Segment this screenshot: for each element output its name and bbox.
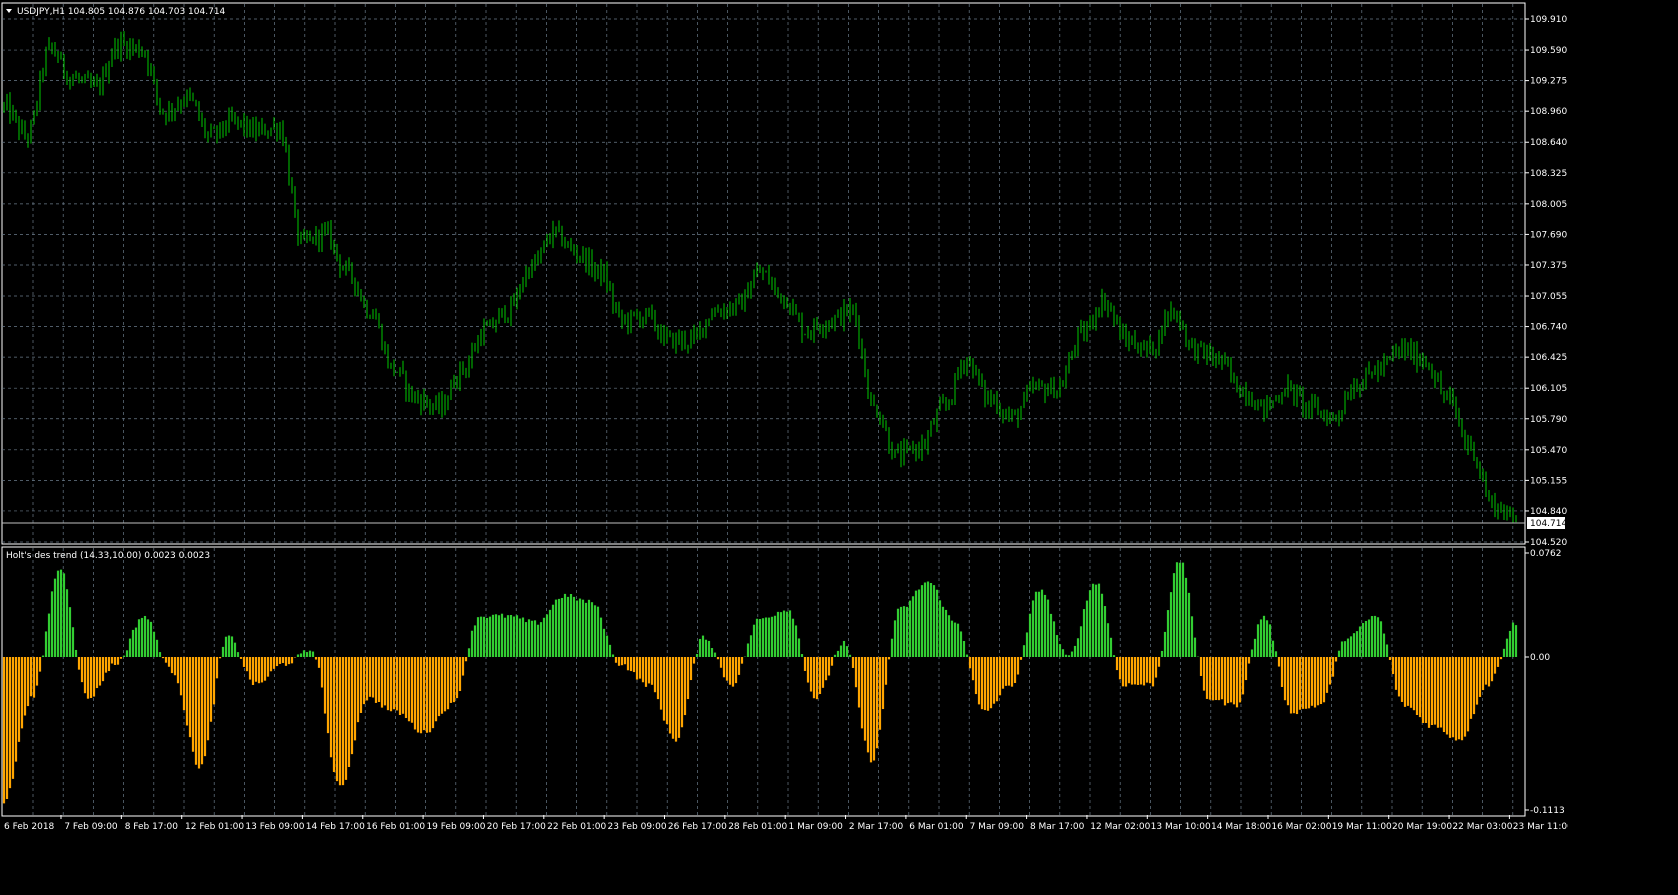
price-axis-label: 109.275	[1530, 77, 1567, 87]
time-axis-label: 13 Mar 10:00	[1151, 822, 1211, 832]
time-axis-label: 23 Mar 11:00	[1513, 822, 1568, 832]
time-axis-label: 23 Feb 09:00	[608, 822, 667, 832]
time-axis-label: 26 Feb 17:00	[668, 822, 727, 832]
time-axis-label: 19 Mar 11:00	[1332, 822, 1392, 832]
price-axis: 109.910 109.590 109.275 108.960 108.640 108.3…	[1525, 15, 1567, 548]
time-axis-label: 16 Feb 01:00	[366, 822, 425, 832]
time-axis-label: 28 Feb 01:00	[728, 822, 787, 832]
time-axis-label: 8 Feb 17:00	[125, 822, 179, 832]
time-axis-label: 16 Mar 02:00	[1271, 822, 1331, 832]
chart-canvas[interactable]: USDJPY,H1 104.805 104.876 104.703 104.71…	[0, 0, 1568, 836]
price-axis-label: 108.960	[1530, 107, 1567, 117]
time-axis-label: 14 Feb 17:00	[306, 822, 365, 832]
price-axis-label: 107.375	[1530, 261, 1567, 271]
price-axis-label: 108.640	[1530, 138, 1567, 148]
time-axis-label: 22 Mar 03:00	[1452, 822, 1512, 832]
mt4-chart-window[interactable]: USDJPY,H1 104.805 104.876 104.703 104.71…	[0, 0, 1568, 836]
price-axis-label: 105.155	[1530, 476, 1567, 486]
price-axis-label: 109.910	[1530, 15, 1567, 25]
time-axis-label: 8 Mar 17:00	[1030, 822, 1085, 832]
indicator-axis: 0.0762 0.00 -0.1113	[1525, 549, 1565, 816]
indicator-axis-label: -0.1113	[1530, 806, 1565, 816]
price-axis-label: 107.690	[1530, 230, 1567, 240]
time-axis-label: 12 Feb 01:00	[185, 822, 244, 832]
time-axis-label: 19 Feb 09:00	[426, 822, 485, 832]
time-axis-label: 13 Feb 09:00	[245, 822, 304, 832]
time-axis-label: 22 Feb 01:00	[547, 822, 606, 832]
time-axis-label: 6 Feb 2018	[4, 822, 55, 832]
current-price-label: 104.714	[1530, 519, 1567, 529]
price-axis-label: 108.005	[1530, 200, 1567, 210]
time-axis-label: 20 Mar 19:00	[1392, 822, 1452, 832]
price-series	[3, 31, 1517, 524]
price-axis-label: 105.790	[1530, 415, 1567, 425]
time-axis: 6 Feb 2018 7 Feb 09:00 8 Feb 17:00 12 Feb 0…	[4, 815, 1568, 832]
price-axis-label: 106.425	[1530, 353, 1567, 363]
price-axis-label: 106.105	[1530, 384, 1567, 394]
indicator-title: Holt's des trend (14.33,10.00) 0.0023 0.…	[6, 551, 210, 561]
symbol-header: USDJPY,H1 104.805 104.876 104.703 104.71…	[17, 7, 226, 17]
time-axis-label: 7 Mar 09:00	[970, 822, 1025, 832]
indicator-axis-label: 0.0762	[1530, 549, 1562, 559]
time-axis-label: 2 Mar 17:00	[849, 822, 904, 832]
price-axis-label: 109.590	[1530, 46, 1567, 56]
price-axis-label: 106.740	[1530, 323, 1567, 333]
time-axis-label: 14 Mar 18:00	[1211, 822, 1271, 832]
time-axis-label: 12 Mar 02:00	[1090, 822, 1150, 832]
indicator-histogram	[2, 562, 1518, 804]
price-axis-label: 104.520	[1530, 538, 1567, 548]
price-axis-label: 107.055	[1530, 292, 1567, 302]
time-axis-label: 20 Feb 17:00	[487, 822, 546, 832]
indicator-axis-label: 0.00	[1530, 653, 1550, 663]
price-axis-label: 104.840	[1530, 507, 1567, 517]
chart-menu-triangle-icon[interactable]	[6, 9, 12, 13]
price-axis-label: 108.325	[1530, 169, 1567, 179]
time-axis-label: 7 Feb 09:00	[64, 822, 118, 832]
time-axis-label: 1 Mar 09:00	[789, 822, 844, 832]
time-axis-label: 6 Mar 01:00	[909, 822, 964, 832]
price-axis-label: 105.470	[1530, 446, 1567, 456]
